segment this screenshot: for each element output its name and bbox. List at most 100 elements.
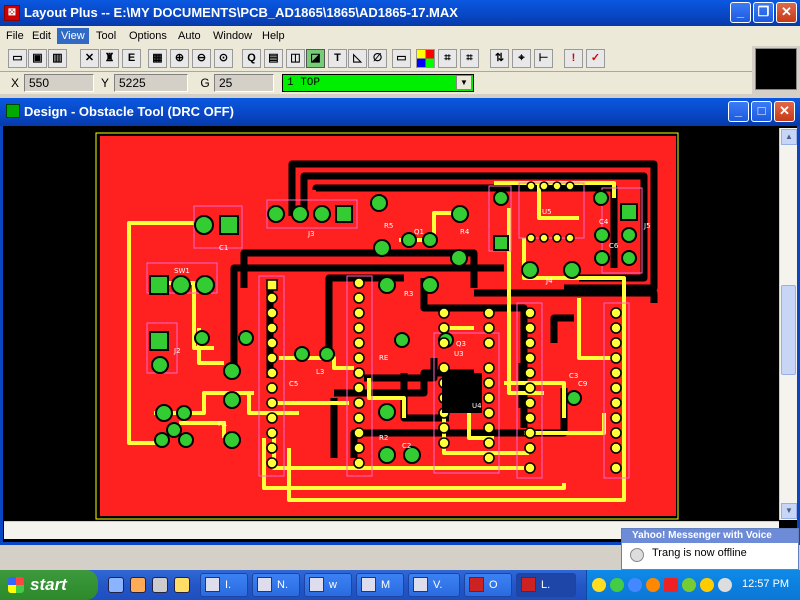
menu-window[interactable]: Window [209,28,256,44]
find-icon[interactable]: ♜ [100,49,119,68]
zoom-in-icon[interactable]: ⊕ [170,49,189,68]
pin-icon[interactable]: ◫ [286,49,305,68]
rotate-icon[interactable]: ⌖ [512,49,531,68]
app-title-bar: ⊠ Layout Plus -- E:\MY DOCUMENTS\PCB_AD1… [0,0,800,26]
component-icon[interactable]: ▤ [264,49,283,68]
edit-icon[interactable]: E [122,49,141,68]
task-label: N. [277,579,288,591]
notification-message: Trang is now offline [652,547,747,559]
app-icon[interactable]: ⊠ [4,5,20,21]
menu-edit[interactable]: Edit [28,28,55,44]
zoom-all-icon[interactable]: ⊙ [214,49,233,68]
shove-icon[interactable]: ⇅ [490,49,509,68]
task-icon [257,577,272,592]
task-button[interactable]: O [464,573,512,597]
ref-label: R2 [379,434,388,442]
network-icon[interactable] [610,578,624,592]
yahoo-notification[interactable]: Yahoo! Messenger with Voice Trang is now… [621,528,799,570]
start-button[interactable]: start [0,570,98,600]
zoom-out-icon[interactable]: ⊖ [192,49,211,68]
task-label: O [489,579,498,591]
task-button[interactable]: I. [200,573,248,597]
ref-label: SW1 [174,267,190,275]
ref-label: Q1 [414,228,424,236]
scroll-up-icon[interactable]: ▲ [781,129,797,145]
ref-label: C1 [219,244,228,252]
security-icon[interactable] [628,578,642,592]
query-icon[interactable]: Q [242,49,261,68]
drc-check-icon[interactable]: ✓ [586,49,605,68]
ref-label: C9 [578,380,587,388]
menu-view[interactable]: View [57,28,89,44]
tray-app-icon[interactable] [700,578,714,592]
open-icon[interactable]: ▭ [8,49,27,68]
text-icon[interactable]: T [328,49,347,68]
y-label: Y [100,76,109,90]
media-icon[interactable] [152,577,168,593]
color-icon[interactable] [416,49,435,68]
menu-auto[interactable]: Auto [174,28,205,44]
connection-icon[interactable]: ◺ [348,49,367,68]
pcb-drawing[interactable]: J3 R5 Q1 R4 U5 C6 J5 J4 SW1 C1 R3 J2 C5 … [4,128,778,520]
app-title: Layout Plus -- E:\MY DOCUMENTS\PCB_AD186… [24,5,458,20]
obstacle-icon[interactable]: ◪ [306,49,325,68]
tray-app-icon[interactable] [682,578,696,592]
scroll-down-icon[interactable]: ▼ [781,503,797,519]
menu-tool[interactable]: Tool [92,28,120,44]
ref-label: U4 [472,402,482,410]
toolbar: ▭ ▣ ▥ ✕ ♜ E ▦ ⊕ ⊖ ⊙ Q ▤ ◫ ◪ T ◺ ∅ ▭ ⌗ ⌗ … [0,46,752,72]
close-button[interactable]: ✕ [776,2,797,23]
design-title-bar: Design - Obstacle Tool (DRC OFF) _ □ ✕ [0,98,800,126]
reconnect-icon[interactable]: ⌗ [438,49,457,68]
ref-label: J5 [643,222,651,230]
grid-icon[interactable]: ▦ [148,49,167,68]
online-drc-icon[interactable]: ⌗ [460,49,479,68]
error-icon[interactable]: ∅ [368,49,387,68]
ie-icon[interactable] [108,577,124,593]
design-close-button[interactable]: ✕ [774,101,795,122]
coordinate-bar: X 550 Y 5225 G 25 1 TOP ▼ [0,72,752,94]
pcb-board-view[interactable]: J3 R5 Q1 R4 U5 C6 J5 J4 SW1 C1 R3 J2 C5 … [4,128,778,520]
folder-icon[interactable] [174,577,190,593]
ref-label: RE [379,354,388,362]
notification-title: Yahoo! Messenger with Voice [622,529,798,543]
menu-file[interactable]: File [2,28,28,44]
y-value: 5225 [114,74,188,92]
desktop-icon[interactable] [130,577,146,593]
delete-icon[interactable]: ✕ [80,49,99,68]
vertical-scroll-thumb[interactable] [781,285,796,375]
minimize-button[interactable]: _ [730,2,751,23]
update-icon[interactable] [646,578,660,592]
task-button[interactable]: w [304,573,352,597]
save-icon[interactable]: ▣ [28,49,47,68]
ref-label: R3 [404,290,413,298]
task-button[interactable]: V. [408,573,460,597]
task-label: I. [225,579,232,591]
layer-select[interactable]: 1 TOP [282,74,474,92]
menu-help[interactable]: Help [258,28,289,44]
task-button-active[interactable]: L. [516,573,576,597]
design-minimize-button[interactable]: _ [728,101,749,122]
ref-label: Q3 [456,340,466,348]
antivirus-icon[interactable] [664,578,678,592]
ref-label: R1 [218,420,227,428]
yahoo-messenger-icon[interactable] [592,578,606,592]
clock[interactable]: 12:57 PM [742,578,789,590]
print-icon[interactable]: ▥ [48,49,67,68]
stats-icon[interactable]: ⊢ [534,49,553,68]
ref-label: J3 [307,230,315,238]
g-label: G [200,76,210,90]
alert-icon[interactable]: ! [564,49,583,68]
task-button[interactable]: N. [252,573,300,597]
task-button[interactable]: M [356,573,404,597]
task-icon [413,577,428,592]
ref-label: R5 [384,222,393,230]
task-label: w [329,579,337,591]
task-label: V. [433,579,443,591]
design-maximize-button[interactable]: □ [751,101,772,122]
volume-icon[interactable] [718,578,732,592]
layer-dropdown-button[interactable]: ▼ [456,75,472,90]
menu-options[interactable]: Options [125,28,171,44]
maximize-button[interactable]: ❐ [753,2,774,23]
drc-icon[interactable]: ▭ [392,49,411,68]
